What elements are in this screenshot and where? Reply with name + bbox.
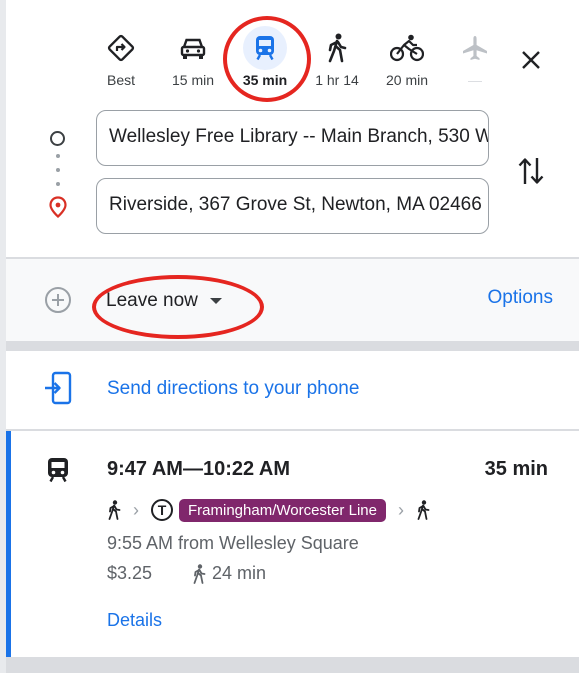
send-to-phone-row[interactable]: Send directions to your phone — [6, 351, 579, 429]
mode-driving[interactable]: 15 min — [161, 24, 225, 88]
trip-steps: › T Framingham/Worcester Line › — [107, 497, 430, 523]
route-dots-icon — [56, 154, 60, 186]
mode-best[interactable]: Best — [89, 24, 153, 88]
options-button[interactable]: Options — [488, 287, 553, 309]
swap-directions-icon[interactable] — [516, 154, 546, 188]
walk-time: 24 min — [192, 563, 266, 584]
walk-time-label: 24 min — [212, 563, 267, 583]
trip-duration: 35 min — [484, 458, 548, 480]
airplane-icon — [443, 24, 507, 72]
mode-walking[interactable]: 1 hr 14 — [305, 24, 369, 88]
mode-transit-label: 35 min — [242, 72, 288, 88]
train-icon — [243, 26, 287, 70]
mode-cycling-label: 20 min — [385, 72, 429, 88]
mode-walking-label: 1 hr 14 — [315, 72, 359, 88]
divider — [6, 341, 579, 351]
leave-now-label: Leave now — [106, 290, 198, 311]
send-to-phone-label: Send directions to your phone — [107, 378, 360, 399]
send-to-phone-icon — [45, 371, 72, 405]
walking-icon — [417, 500, 430, 520]
walking-icon — [305, 24, 369, 72]
bicycle-icon — [375, 24, 439, 72]
destination-input[interactable]: Riverside, 367 Grove St, Newton, MA 0246… — [96, 178, 489, 234]
mode-flights-label: — — [468, 72, 482, 88]
transit-line-badge: Framingham/Worcester Line — [179, 498, 386, 522]
leave-now-dropdown[interactable]: Leave now — [106, 286, 222, 316]
selected-trip-indicator — [6, 431, 11, 657]
mode-driving-label: 15 min — [171, 72, 215, 88]
mbta-t-logo-icon: T — [151, 499, 173, 521]
walking-icon — [193, 563, 206, 584]
mode-best-label: Best — [106, 72, 135, 88]
directions-panel: Best 15 min 35 min 1 hr 14 20 min — Well… — [6, 0, 579, 673]
mode-transit-icon-wrap — [233, 24, 297, 72]
close-button[interactable] — [511, 40, 551, 80]
walking-icon — [108, 500, 121, 520]
departure-info: 9:55 AM from Wellesley Square — [107, 533, 359, 553]
mode-flights[interactable]: — — [443, 24, 507, 88]
travel-mode-bar: Best 15 min 35 min 1 hr 14 20 min — — [6, 0, 579, 110]
divider — [6, 657, 579, 673]
destination-pin-icon — [49, 196, 67, 218]
route-inputs: Wellesley Free Library -- Main Branch, 5… — [6, 110, 579, 258]
trip-times: 9:47 AM—10:22 AM — [107, 458, 291, 480]
trip-option[interactable]: 9:47 AM—10:22 AM 35 min › T Framingham/W… — [6, 431, 579, 657]
origin-input[interactable]: Wellesley Free Library -- Main Branch, 5… — [96, 110, 489, 166]
mode-cycling[interactable]: 20 min — [375, 24, 439, 88]
mode-transit[interactable]: 35 min — [233, 24, 297, 88]
close-icon — [522, 51, 540, 69]
caret-down-icon — [209, 298, 222, 304]
chevron-right-icon: › — [397, 499, 404, 520]
add-stop-icon[interactable] — [44, 286, 72, 314]
chevron-right-icon: › — [133, 499, 139, 520]
directions-diamond-icon — [89, 24, 153, 72]
car-icon — [161, 24, 225, 72]
details-link[interactable]: Details — [107, 610, 162, 631]
fare: $3.25 — [107, 563, 153, 583]
origin-circle-icon — [50, 131, 65, 146]
train-icon — [48, 458, 68, 483]
departure-options-row: Leave now Options — [6, 259, 579, 341]
